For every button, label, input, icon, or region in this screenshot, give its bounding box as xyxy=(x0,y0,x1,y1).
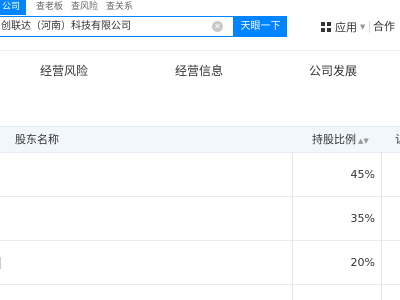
table-row: 35% xyxy=(0,197,400,241)
column-header-shareholder-name: 股东名称 xyxy=(15,133,59,146)
shareholding-percent: 20% xyxy=(350,256,375,269)
clear-icon[interactable]: ✕ xyxy=(212,21,223,32)
apps-grid-icon xyxy=(321,22,331,32)
search-button[interactable]: 天眼一下 xyxy=(234,16,287,37)
spacer xyxy=(0,90,400,126)
search-input[interactable]: 创联达（河南）科技有限公司 ✕ xyxy=(0,16,234,37)
nav-item-business-risk[interactable]: 经营风险 xyxy=(40,51,88,91)
tab-boss[interactable]: 查老板 xyxy=(32,0,67,15)
tab-risk[interactable]: 查风险 xyxy=(67,0,102,15)
shareholding-percent: 35% xyxy=(350,212,375,225)
cell-edge xyxy=(0,257,1,269)
nav-item-business-info[interactable]: 经营信息 xyxy=(175,51,223,91)
apps-label: 应用 xyxy=(335,21,357,34)
column-header-ratio-label: 持股比例 xyxy=(312,133,356,146)
chevron-down-icon: ▼ xyxy=(360,23,366,31)
column-divider xyxy=(292,153,293,300)
tab-relation[interactable]: 查关系 xyxy=(102,0,137,15)
sort-icon[interactable]: ▲▼ xyxy=(358,137,369,145)
nav-item-company-development[interactable]: 公司发展 xyxy=(309,51,357,91)
top-bar: 公司 查老板 查风险 查关系 创联达（河南）科技有限公司 ✕ 天眼一下 应用 ▼… xyxy=(0,0,400,50)
divider xyxy=(369,21,370,33)
search-input-value[interactable]: 创联达（河南）科技有限公司 xyxy=(1,17,131,36)
cooperation-link[interactable]: 合作 xyxy=(373,17,395,37)
table-row: 45% xyxy=(0,153,400,197)
column-header-ratio[interactable]: 持股比例 ▲▼ xyxy=(312,127,369,154)
table-row: 20% xyxy=(0,241,400,285)
column-divider xyxy=(381,153,382,300)
shareholding-percent: 45% xyxy=(350,168,375,181)
search-type-tabs: 公司 查老板 查风险 查关系 xyxy=(0,0,137,15)
column-header-partial: 认 xyxy=(395,127,400,152)
table-header: 股东名称 持股比例▲▼ 认 xyxy=(0,126,400,153)
section-nav: 经营风险 经营信息 公司发展 xyxy=(0,50,400,91)
tab-company[interactable]: 公司 xyxy=(0,0,27,15)
apps-menu[interactable]: 应用 ▼ xyxy=(321,17,365,37)
